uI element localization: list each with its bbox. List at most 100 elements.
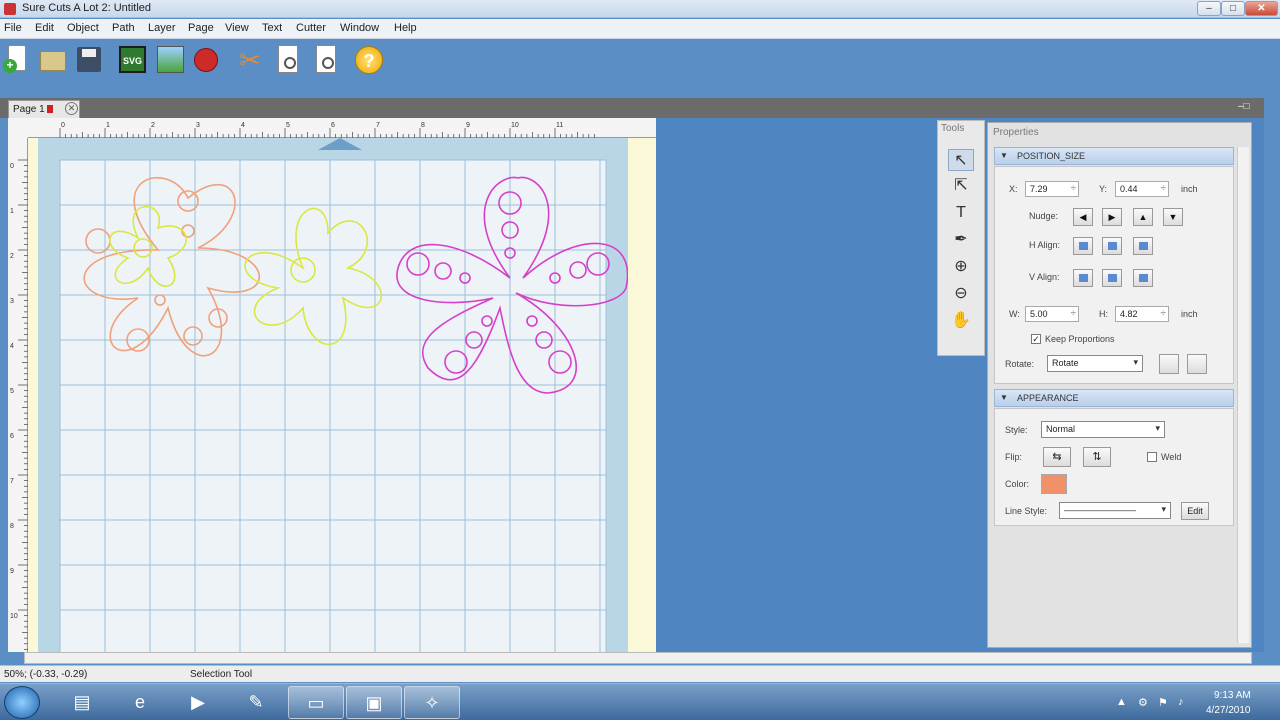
tray-network-icon[interactable]: ⚙ [1138, 696, 1148, 709]
taskbar: ▤ e ▶ ✎ ▭ ▣ ✧ ▲ ⚙ ⚑ ♪ 9:13 AM 4/27/2010 [0, 683, 1280, 720]
taskbar-folder-window-icon[interactable]: ▭ [288, 686, 344, 719]
flip-vertical-button[interactable]: ⇅ [1083, 447, 1111, 467]
x-field[interactable]: 7.29 [1025, 181, 1079, 197]
menu-view[interactable]: View [225, 22, 249, 34]
selection-tool-icon[interactable]: ↖ [948, 149, 974, 171]
edit-line-style-button[interactable]: Edit [1181, 502, 1209, 520]
taskbar-paint-icon[interactable]: ✎ [228, 686, 284, 719]
flip-label: Flip: [1005, 452, 1023, 462]
align-bottom-button[interactable] [1133, 269, 1153, 287]
align-center-button[interactable] [1102, 237, 1122, 255]
minimize-button[interactable]: – [1197, 1, 1221, 16]
menu-layer[interactable]: Layer [148, 22, 176, 34]
menu-help[interactable]: Help [394, 22, 417, 34]
align-left-button[interactable] [1073, 237, 1093, 255]
weld-label: Weld [1161, 452, 1182, 462]
color-swatch[interactable] [1041, 474, 1067, 494]
help-button[interactable]: ? [352, 43, 384, 77]
rotate-right-button[interactable] [1187, 354, 1207, 374]
zoom-out-tool-icon[interactable]: ⊖ [948, 283, 974, 305]
menu-object[interactable]: Object [67, 22, 99, 34]
style-select[interactable]: Normal [1041, 421, 1165, 438]
save-button[interactable] [73, 43, 105, 77]
clock-date[interactable]: 4/27/2010 [1206, 705, 1251, 716]
title-bar: Sure Cuts A Lot 2: Untitled – □ ✕ [0, 0, 1280, 18]
weld-checkbox[interactable] [1147, 452, 1157, 462]
ruler-top-tick-label: 1 [106, 122, 110, 129]
ruler-top-tick-label: 8 [421, 122, 425, 129]
ruler-left-tick-label: 9 [10, 568, 14, 575]
menu-cutter[interactable]: Cutter [296, 22, 326, 34]
nudge-up-button[interactable]: ▲ [1133, 208, 1153, 226]
start-button[interactable] [4, 686, 40, 719]
ruler-left: 0 1 2 3 4 5 6 7 8 9 10 [8, 138, 28, 652]
canvas[interactable] [28, 138, 656, 652]
cutting-mat[interactable] [38, 138, 628, 652]
main-toolbar: + SVG ✂ ? [0, 40, 1280, 82]
align-right-button[interactable] [1133, 237, 1153, 255]
horizontal-scrollbar[interactable] [24, 652, 1252, 664]
new-document-button[interactable]: + [2, 43, 34, 77]
align-middle-button[interactable] [1102, 269, 1122, 287]
taskbar-explorer-icon[interactable]: ▤ [54, 686, 110, 719]
position-size-section-header[interactable]: ▼ POSITION_SIZE [994, 147, 1234, 165]
taskbar-internet-explorer-icon[interactable]: e [112, 686, 168, 719]
import-special-button[interactable] [190, 43, 222, 77]
nudge-left-button[interactable]: ◀ [1073, 208, 1093, 226]
zoom-in-tool-icon[interactable]: ⊕ [948, 256, 974, 278]
tray-flag-icon[interactable]: ⚑ [1158, 696, 1168, 709]
height-field[interactable]: 4.82 [1115, 306, 1169, 322]
pan-tool-icon[interactable]: ✋ [948, 310, 974, 332]
status-bar: 50%; (-0.33, -0.29) Selection Tool [0, 665, 1280, 682]
keep-proportions-checkbox[interactable]: ✓ [1031, 334, 1041, 344]
tray-expand-icon[interactable]: ▲ [1116, 696, 1127, 708]
properties-scrollbar[interactable] [1237, 147, 1249, 643]
flip-horizontal-button[interactable]: ⇆ [1043, 447, 1071, 467]
tray-volume-icon[interactable]: ♪ [1178, 696, 1184, 708]
menu-file[interactable]: File [4, 22, 22, 34]
nudge-down-button[interactable]: ▼ [1163, 208, 1183, 226]
pen-tool-icon[interactable]: ✒ [948, 229, 974, 251]
rotate-left-button[interactable] [1159, 354, 1179, 374]
rotate-select[interactable]: Rotate [1047, 355, 1143, 372]
import-svg-button[interactable]: SVG [116, 43, 148, 77]
align-top-button[interactable] [1073, 269, 1093, 287]
taskbar-media-player-icon[interactable]: ▶ [170, 686, 226, 719]
ruler-top-tick-label: 9 [466, 122, 470, 129]
width-field[interactable]: 5.00 [1025, 306, 1079, 322]
ruler-top-tick-label: 3 [196, 122, 200, 129]
menu-text[interactable]: Text [262, 22, 282, 34]
taskbar-compass-icon[interactable]: ✧ [404, 686, 460, 719]
clock-time[interactable]: 9:13 AM [1214, 690, 1251, 701]
line-style-label: Line Style: [1005, 506, 1048, 516]
text-tool-icon[interactable]: T [948, 202, 974, 224]
tab-label: Page 1 [13, 104, 45, 115]
tab-page-1[interactable]: Page 1 ✕ [8, 100, 80, 118]
import-image-button[interactable] [154, 43, 186, 77]
menu-edit[interactable]: Edit [35, 22, 54, 34]
taskbar-sure-cuts-icon[interactable]: ▣ [346, 686, 402, 719]
mat-grid [59, 159, 628, 652]
open-button[interactable] [37, 43, 69, 77]
disk-icon [77, 47, 101, 72]
cut-button[interactable]: ✂ [236, 43, 268, 77]
restore-document-icon[interactable]: –□ [1238, 101, 1250, 112]
menu-page[interactable]: Page [188, 22, 214, 34]
folder-icon [40, 51, 66, 71]
node-edit-tool-icon[interactable]: ⇱ [948, 175, 974, 197]
y-field[interactable]: 0.44 [1115, 181, 1169, 197]
close-button[interactable]: ✕ [1245, 1, 1278, 16]
line-style-select[interactable]: ———————— [1059, 502, 1171, 519]
menu-path[interactable]: Path [112, 22, 135, 34]
nudge-right-button[interactable]: ▶ [1102, 208, 1122, 226]
nudge-label: Nudge: [1029, 211, 1059, 221]
page-setup-button[interactable] [272, 43, 304, 77]
tools-panel: Tools ↖ ⇱ T ✒ ⊕ ⊖ ✋ [937, 120, 985, 356]
appearance-section-header[interactable]: ▼ APPEARANCE [994, 389, 1234, 407]
menu-window[interactable]: Window [340, 22, 379, 34]
ruler-left-tick-label: 8 [10, 523, 14, 530]
ruler-left-tick-label: 0 [10, 163, 14, 170]
close-tab-icon[interactable]: ✕ [65, 102, 78, 115]
maximize-button[interactable]: □ [1221, 1, 1245, 16]
preview-button[interactable] [310, 43, 342, 77]
